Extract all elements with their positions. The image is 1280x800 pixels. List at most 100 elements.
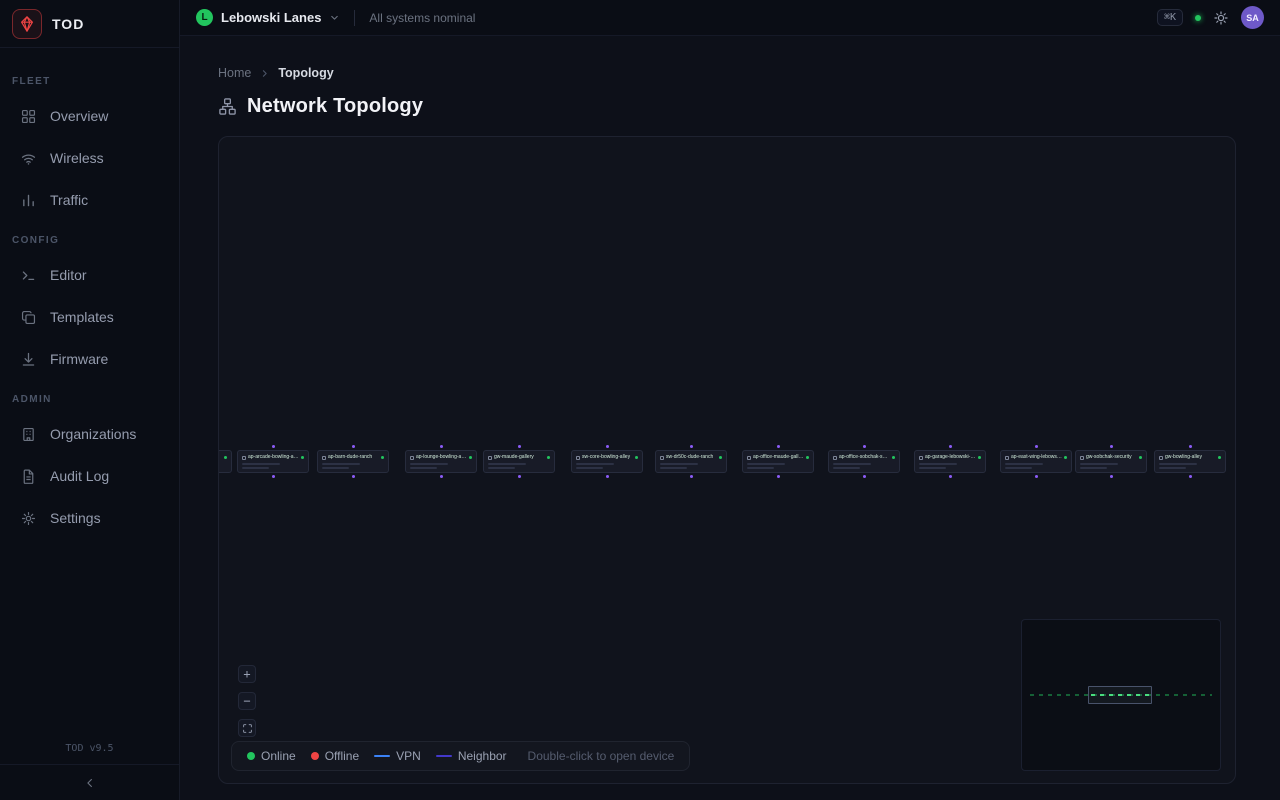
copy-icon [18, 307, 38, 327]
plus-icon: + [243, 668, 250, 680]
device-card-sw-dr50c-dude-ranch[interactable]: sw-dr50c-dude-ranch [655, 450, 727, 473]
gear-icon [18, 508, 38, 528]
brand-name: TOD [52, 16, 84, 32]
device-status-dot [1139, 456, 1142, 459]
sidebar: TOD FLEETOverviewWirelessTrafficCONFIGEd… [0, 0, 180, 800]
device-name: gw-sobchak-security [1086, 454, 1137, 461]
device-status-dot [381, 456, 384, 459]
fit-view-button[interactable] [238, 719, 256, 737]
command-palette-shortcut[interactable]: ⌘K [1157, 9, 1183, 26]
device-node: ap-garage-lebowski-mansion [914, 450, 986, 473]
sidebar-item-firmware[interactable]: Firmware [0, 338, 179, 380]
page-content: Home Topology Network Topology gw-dude-r… [180, 36, 1280, 800]
topology-canvas[interactable]: gw-dude-ranch ap-arcade-bowling-alley ap-b… [218, 136, 1236, 784]
minimap[interactable] [1021, 619, 1221, 771]
device-status-dot [547, 456, 550, 459]
sidebar-collapse-button[interactable] [0, 764, 179, 800]
theme-toggle-button[interactable] [1213, 10, 1229, 26]
device-meta-line [576, 463, 614, 465]
canvas-hint: Double-click to open device [528, 749, 675, 763]
sidebar-item-templates[interactable]: Templates [0, 296, 179, 338]
device-card-gw-dude-ranch[interactable]: gw-dude-ranch [218, 450, 232, 473]
device-card-ap-office-maude-gallery[interactable]: ap-office-maude-gallery [742, 450, 814, 473]
device-card-gw-sobchak-security[interactable]: gw-sobchak-security [1075, 450, 1147, 473]
device-card-ap-garage-lebowski-mansion[interactable]: ap-garage-lebowski-mansion [914, 450, 986, 473]
device-card-ap-barn-dude-ranch[interactable]: ap-barn-dude-ranch [317, 450, 389, 473]
device-type-icon [576, 456, 580, 460]
device-card-ap-office-sobchak-security[interactable]: ap-office-sobchak-security [828, 450, 900, 473]
device-meta-line [488, 467, 515, 469]
breadcrumb-home-link[interactable]: Home [218, 66, 251, 80]
device-status-dot [1218, 456, 1221, 459]
sidebar-item-settings[interactable]: Settings [0, 497, 179, 539]
device-node: ap-barn-dude-ranch [317, 450, 389, 473]
link-handle-icon [518, 445, 521, 448]
device-meta-line [576, 467, 603, 469]
link-handle-icon [1189, 445, 1192, 448]
link-handle-icon [777, 445, 780, 448]
wifi-icon [18, 148, 38, 168]
device-card-gw-maude-gallery[interactable]: gw-maude-gallery [483, 450, 555, 473]
device-name: ap-barn-dude-ranch [328, 454, 379, 461]
sidebar-item-label: Editor [50, 267, 87, 283]
device-meta-line [747, 463, 785, 465]
sun-icon [1213, 10, 1229, 26]
link-handle-icon [272, 475, 275, 478]
link-handle-icon [690, 475, 693, 478]
zoom-out-button[interactable]: − [238, 692, 256, 710]
device-card-gw-bowling-alley[interactable]: gw-bowling-alley [1154, 450, 1226, 473]
device-node: ap-office-sobchak-security [828, 450, 900, 473]
minimap-viewport[interactable] [1088, 686, 1152, 704]
user-avatar[interactable]: SA [1241, 6, 1264, 29]
sidebar-nav: FLEETOverviewWirelessTrafficCONFIGEditor… [0, 48, 179, 743]
device-node: ap-arcade-bowling-alley [237, 450, 309, 473]
device-meta-line [919, 463, 957, 465]
device-name: gw-maude-gallery [494, 454, 545, 461]
device-type-icon [1005, 456, 1009, 460]
grid-icon [18, 106, 38, 126]
device-meta-line [488, 463, 526, 465]
chevron-down-icon [329, 12, 340, 23]
device-type-icon [1080, 456, 1084, 460]
device-status-dot [635, 456, 638, 459]
sidebar-item-wireless[interactable]: Wireless [0, 137, 179, 179]
main-area: L Lebowski Lanes All systems nominal ⌘K … [180, 0, 1280, 800]
device-status-dot [1064, 456, 1067, 459]
top-header: L Lebowski Lanes All systems nominal ⌘K … [180, 0, 1280, 36]
breadcrumb-current: Topology [278, 66, 333, 80]
sidebar-item-organizations[interactable]: Organizations [0, 413, 179, 455]
link-handle-icon [440, 475, 443, 478]
device-meta-line [919, 467, 946, 469]
device-meta-line [833, 467, 860, 469]
device-status-dot [892, 456, 895, 459]
device-node: sw-core-bowling-alley [571, 450, 643, 473]
device-card-sw-core-bowling-alley[interactable]: sw-core-bowling-alley [571, 450, 643, 473]
app-version: TOD v9.5 [0, 743, 179, 764]
sidebar-item-label: Audit Log [50, 468, 109, 484]
device-meta-line [1005, 467, 1032, 469]
neighbor-line-icon [436, 755, 452, 758]
device-node: ap-east-wing-lebowski-mansion [1000, 450, 1072, 473]
org-switcher[interactable]: L Lebowski Lanes [196, 9, 340, 26]
device-meta-line [410, 463, 448, 465]
device-status-dot [301, 456, 304, 459]
sidebar-item-label: Overview [50, 108, 108, 124]
sidebar-item-editor[interactable]: Editor [0, 254, 179, 296]
device-card-ap-arcade-bowling-alley[interactable]: ap-arcade-bowling-alley [237, 450, 309, 473]
sidebar-item-traffic[interactable]: Traffic [0, 179, 179, 221]
device-status-dot [719, 456, 722, 459]
sidebar-item-audit-log[interactable]: Audit Log [0, 455, 179, 497]
device-name: sw-dr50c-dude-ranch [666, 454, 717, 461]
device-card-ap-east-wing-lebowski-mansion[interactable]: ap-east-wing-lebowski-mansion [1000, 450, 1072, 473]
device-type-icon [660, 456, 664, 460]
offline-dot-icon [311, 752, 319, 760]
sidebar-item-label: Organizations [50, 426, 136, 442]
device-card-ap-lounge-bowling-alley[interactable]: ap-lounge-bowling-alley [405, 450, 477, 473]
device-meta-line [1080, 463, 1118, 465]
zoom-in-button[interactable]: + [238, 665, 256, 683]
breadcrumb: Home Topology [218, 66, 1236, 80]
online-dot-icon [247, 752, 255, 760]
device-status-dot [224, 456, 227, 459]
sidebar-item-overview[interactable]: Overview [0, 95, 179, 137]
device-name: ap-arcade-bowling-alley [248, 454, 299, 461]
